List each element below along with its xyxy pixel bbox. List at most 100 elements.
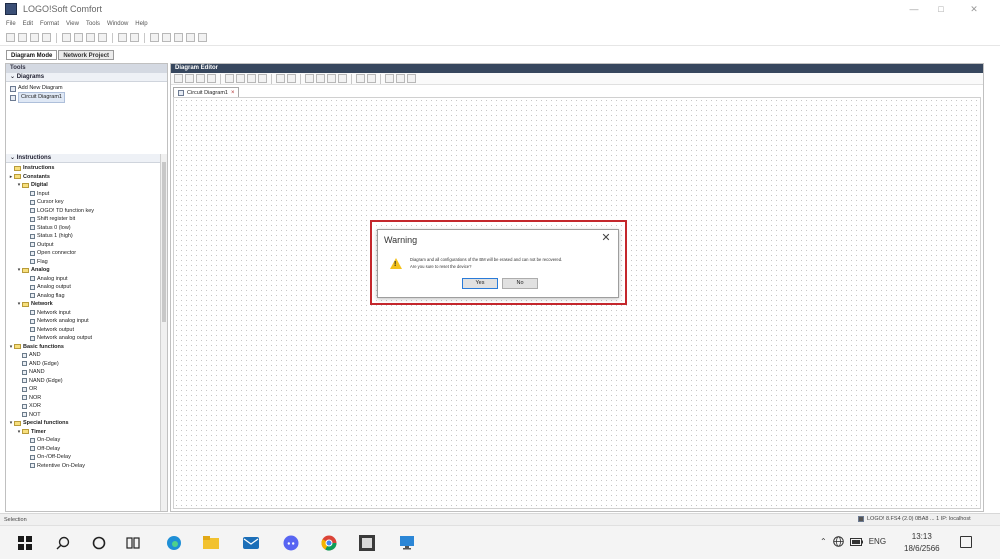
online-test-icon[interactable] (198, 33, 207, 42)
tree-folder[interactable]: Instructions (8, 164, 167, 173)
tab-diagram-mode[interactable]: Diagram Mode (6, 50, 58, 60)
diagrams-section-header[interactable]: ⌄ Diagrams (6, 73, 167, 82)
align-left-icon[interactable] (305, 74, 314, 83)
special-functions-icon[interactable] (236, 74, 245, 83)
tree-item[interactable]: Flag (8, 258, 167, 267)
tree-folder[interactable]: ▾ Analog (8, 266, 167, 275)
tree-item[interactable]: Shift register bit (8, 215, 167, 224)
new-file-icon[interactable] (6, 33, 15, 42)
redo-icon[interactable] (130, 33, 139, 42)
connect-tool-icon[interactable] (185, 74, 194, 83)
tab-network-project[interactable]: Network Project (58, 50, 115, 60)
battery-icon[interactable] (849, 537, 863, 546)
tree-item[interactable]: AND (Edge) (8, 360, 167, 369)
page-setup-icon[interactable] (407, 74, 416, 83)
tree-folder[interactable]: ▾ Timer (8, 428, 167, 437)
layout-icon[interactable] (396, 74, 405, 83)
menu-edit[interactable]: Edit (23, 21, 33, 27)
instructions-section-header[interactable]: ⌄ Instructions (6, 154, 167, 163)
cut-connector-icon[interactable] (247, 74, 256, 83)
tree-item[interactable]: NAND (8, 368, 167, 377)
tree-item[interactable]: On-/Off-Delay (8, 453, 167, 462)
close-window-button[interactable]: ✕ (960, 2, 988, 16)
tree-item[interactable]: Network output (8, 326, 167, 335)
file-explorer-icon[interactable] (202, 534, 220, 552)
logo-to-pc-icon[interactable] (162, 33, 171, 42)
logo-soft-comfort-taskbar-icon[interactable] (358, 534, 376, 552)
menu-view[interactable]: View (66, 21, 79, 27)
menu-help[interactable]: Help (135, 21, 147, 27)
task-view-icon[interactable] (124, 534, 142, 552)
discord-icon[interactable] (282, 534, 300, 552)
windows-start-icon[interactable] (16, 534, 34, 552)
tree-item[interactable]: Open connector (8, 249, 167, 258)
basic-functions-icon[interactable] (225, 74, 234, 83)
tree-folder[interactable]: ▾ Basic functions (8, 343, 167, 352)
tree-folder[interactable]: ▾ Special functions (8, 419, 167, 428)
close-tab-icon[interactable]: × (231, 88, 235, 98)
menu-file[interactable]: File (6, 21, 16, 27)
tree-item[interactable]: On-Delay (8, 436, 167, 445)
grid-icon[interactable] (385, 74, 394, 83)
maximize-button[interactable]: □ (927, 2, 955, 16)
yes-button[interactable]: Yes (462, 278, 498, 289)
tree-item[interactable]: Status 0 (low) (8, 224, 167, 233)
copy-icon[interactable] (74, 33, 83, 42)
chevron-up-icon[interactable]: ⌃ (820, 537, 827, 546)
minimize-button[interactable]: — (900, 2, 928, 16)
notification-center-icon[interactable] (960, 536, 972, 548)
save-icon[interactable] (30, 33, 39, 42)
network-globe-icon[interactable] (832, 536, 844, 547)
dialog-close-button[interactable]: ✕ (600, 232, 612, 244)
print-icon[interactable] (42, 33, 51, 42)
menu-format[interactable]: Format (40, 21, 59, 27)
tree-item[interactable]: Input (8, 190, 167, 199)
align-center-icon[interactable] (316, 74, 325, 83)
tree-item[interactable]: Analog flag (8, 292, 167, 301)
undo-icon[interactable] (276, 74, 285, 83)
chrome-icon[interactable] (320, 534, 338, 552)
edge-browser-icon[interactable] (165, 534, 183, 552)
tree-item[interactable]: Analog input (8, 275, 167, 284)
cut-icon[interactable] (62, 33, 71, 42)
tree-item[interactable]: NOT (8, 411, 167, 420)
tree-item[interactable]: Retentive On-Delay (8, 462, 167, 471)
redo-icon[interactable] (287, 74, 296, 83)
paste-icon[interactable] (86, 33, 95, 42)
align-top-icon[interactable] (338, 74, 347, 83)
run-icon[interactable] (174, 33, 183, 42)
tree-item[interactable]: NAND (Edge) (8, 377, 167, 386)
zoom-in-icon[interactable] (356, 74, 365, 83)
tree-item[interactable]: NOR (8, 394, 167, 403)
scrollbar-thumb[interactable] (162, 162, 166, 322)
no-button[interactable]: No (502, 278, 538, 289)
menu-tools[interactable]: Tools (86, 21, 100, 27)
tree-scrollbar[interactable] (160, 154, 167, 511)
tree-item[interactable]: Status 1 (high) (8, 232, 167, 241)
stop-icon[interactable] (186, 33, 195, 42)
search-icon[interactable] (54, 534, 72, 552)
language-indicator[interactable]: ENG (869, 537, 886, 546)
text-tool-icon[interactable] (207, 74, 216, 83)
pc-to-logo-icon[interactable] (150, 33, 159, 42)
tree-item[interactable]: OR (8, 385, 167, 394)
delete-icon[interactable] (98, 33, 107, 42)
mail-icon[interactable] (242, 534, 260, 552)
tree-item[interactable]: Network input (8, 309, 167, 318)
remote-desktop-icon[interactable] (398, 534, 416, 552)
simulation-icon[interactable] (258, 74, 267, 83)
tree-item[interactable]: XOR (8, 402, 167, 411)
tree-folder[interactable]: ▾ Network (8, 300, 167, 309)
tree-item[interactable]: Network analog input (8, 317, 167, 326)
zoom-out-icon[interactable] (367, 74, 376, 83)
tree-item[interactable]: AND (8, 351, 167, 360)
tree-item[interactable]: LOGO! TD function key (8, 207, 167, 216)
tree-item[interactable]: Cursor key (8, 198, 167, 207)
cortana-icon[interactable] (90, 534, 108, 552)
tab-circuit-diagram[interactable]: Circuit Diagram1 × (173, 87, 240, 98)
clock[interactable]: 13:13 18/6/2566 (904, 531, 940, 555)
select-tool-icon[interactable] (174, 74, 183, 83)
tree-item[interactable]: Network analog output (8, 334, 167, 343)
align-right-icon[interactable] (327, 74, 336, 83)
constants-tool-icon[interactable] (196, 74, 205, 83)
